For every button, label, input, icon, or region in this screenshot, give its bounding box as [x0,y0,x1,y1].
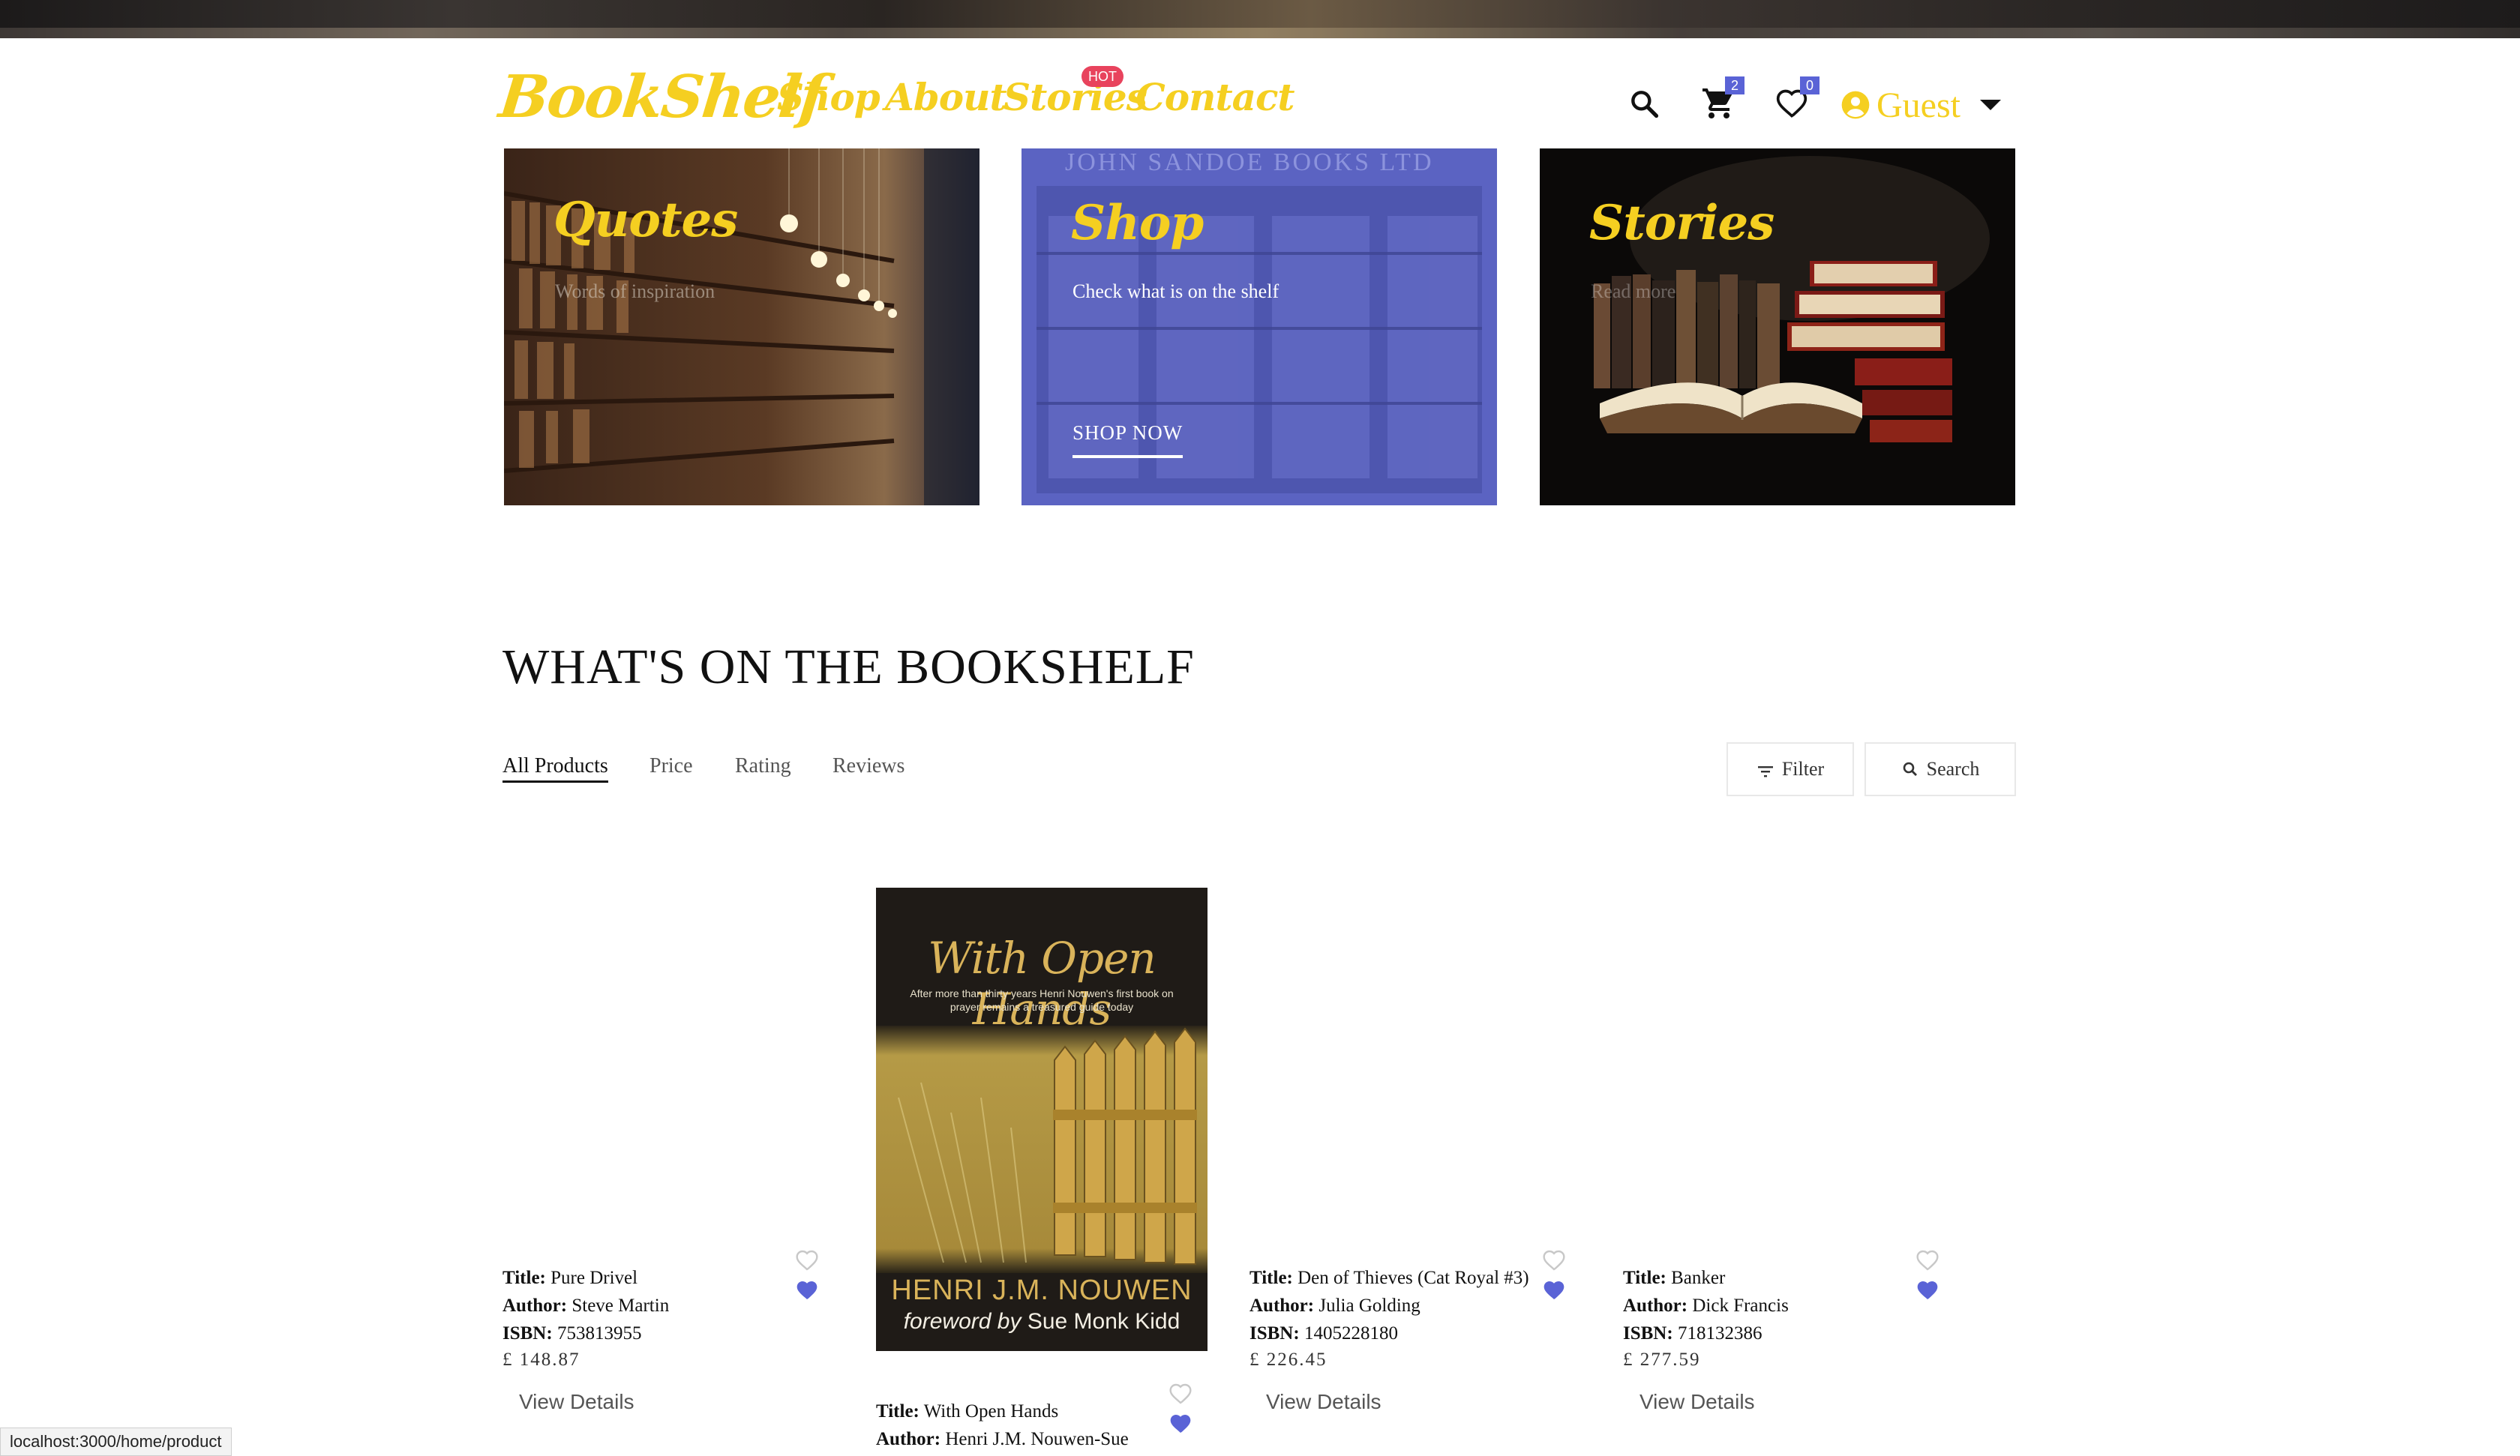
banner-shop-title: Shop [1071,195,1204,251]
product-price: £ 148.87 [502,1350,580,1370]
user-menu[interactable]: Guest [1839,81,2001,129]
wishlist-outline-heart-icon[interactable] [1168,1383,1192,1405]
wishlist-outline-heart-icon[interactable] [795,1249,819,1272]
product-title: Banker [1671,1268,1726,1288]
banner-shop[interactable]: JOHN SANDOE BOOKS LTD Shop Check what is… [1022,148,1497,505]
product-isbn: 753813955 [556,1323,642,1344]
filter-icon [1756,762,1774,777]
section-title: WHAT'S ON THE BOOKSHELF [502,640,1195,694]
cart-count-badge: 2 [1725,76,1744,94]
shop-now-link[interactable]: SHOP NOW [1072,421,1184,458]
filter-label: Filter [1781,758,1825,780]
search-small-icon [1901,760,1919,778]
banner-quotes-title: Quotes [554,192,738,248]
favorite-filled-heart-icon[interactable] [1168,1413,1192,1435]
view-details-button[interactable]: View Details [1640,1390,1755,1414]
cover-foreword: foreword by Sue Monk Kidd [903,1309,1180,1334]
product-details: Title: Pure Drivel Author: Steve Martin … [502,1268,670,1344]
favorite-filled-heart-icon[interactable] [795,1279,819,1302]
banner-quotes[interactable]: Quotes Words of inspiration [504,148,980,505]
top-decorative-strip [0,0,2520,38]
status-bar-url: localhost:3000/home/product [0,1428,232,1456]
product-isbn: 718132386 [1677,1323,1762,1344]
user-label: Guest [1876,85,1960,125]
product-title: Pure Drivel [550,1268,638,1288]
wishlist-outline-heart-icon[interactable] [1542,1249,1566,1272]
book-cover-image[interactable]: With Open Hands After more than thirty y… [876,888,1208,1351]
search-icon[interactable] [1628,87,1660,120]
nav-shop[interactable]: Shop [777,75,880,119]
hot-badge: HOT [1082,66,1124,87]
product-details: Title: Den of Thieves (Cat Royal #3) Aut… [1250,1268,1529,1344]
banner-stories[interactable]: Stories Read more [1540,148,2015,505]
product-author: Steve Martin [572,1296,670,1316]
cover-subtitle: After more than thirty years Henri Nouwe… [910,987,1174,1013]
tab-rating[interactable]: Rating [735,754,791,778]
banner-stories-title: Stories [1589,195,1774,251]
product-price: £ 226.45 [1250,1350,1328,1370]
tab-price[interactable]: Price [650,754,693,778]
product-author: Henri J.M. Nouwen-Sue [945,1429,1129,1449]
wishlist-count-badge: 0 [1800,76,1820,94]
favorite-filled-heart-icon[interactable] [1542,1279,1566,1302]
search-label: Search [1926,758,1980,780]
banner-shop-subtitle: Check what is on the shelf [1072,280,1280,302]
product-title: Den of Thieves (Cat Royal #3) [1298,1268,1529,1288]
wishlist-outline-heart-icon[interactable] [1916,1249,1940,1272]
cover-title: With Open Hands [928,933,1156,1035]
favorite-filled-heart-icon[interactable] [1916,1279,1940,1302]
account-icon [1839,88,1872,121]
filter-button[interactable]: Filter [1726,742,1854,796]
shop-sign-text: JOHN SANDOE BOOKS LTD [1065,148,1434,176]
nav-stories[interactable]: Stories [1004,75,1148,119]
product-details: Title: Banker Author: Dick Francis ISBN:… [1623,1268,1789,1344]
product-author: Dick Francis [1692,1296,1789,1316]
product-author: Julia Golding [1318,1296,1420,1316]
product-title: With Open Hands [923,1401,1059,1422]
view-details-button[interactable]: View Details [1266,1390,1382,1414]
product-details: Title: With Open Hands Author: Henri J.M… [876,1401,1129,1449]
view-details-button[interactable]: View Details [519,1390,634,1414]
tab-reviews[interactable]: Reviews [832,754,904,778]
search-button[interactable]: Search [1864,742,2016,796]
nav-contact[interactable]: Contact [1136,75,1295,119]
cover-author: HENRI J.M. NOUWEN [891,1275,1192,1306]
banner-stories-subtitle: Read more [1591,280,1676,302]
product-price: £ 277.59 [1623,1350,1701,1370]
tab-all-products[interactable]: All Products [502,754,608,783]
product-isbn: 1405228180 [1304,1323,1398,1344]
caret-down-icon [1979,100,2001,110]
banner-quotes-subtitle: Words of inspiration [555,280,716,302]
nav-about[interactable]: About [885,75,1007,119]
